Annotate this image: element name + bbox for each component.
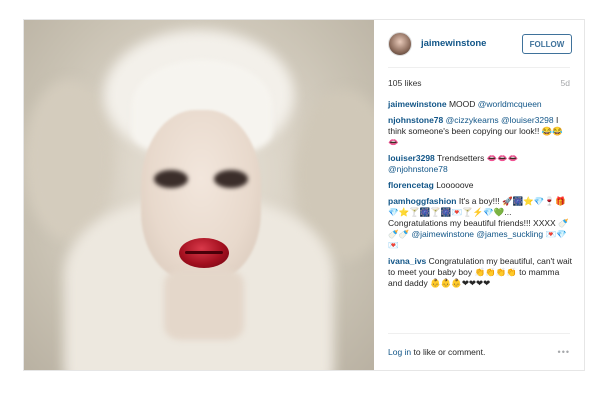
comment-item: florencetag Looooove (388, 180, 572, 191)
username-link[interactable]: jaimewinstone (421, 38, 486, 49)
login-link[interactable]: Log in (388, 347, 411, 357)
comments-list: jaimewinstone MOOD @worldmcqueen njohnsto… (388, 99, 572, 294)
likes-count[interactable]: 105 likes (388, 78, 422, 88)
comment-item: louiser3298 Trendsetters 👄👄👄@njohnstone7… (388, 153, 572, 175)
comment-username[interactable]: pamhoggfashion (388, 196, 456, 206)
login-text: to like or comment. (411, 347, 486, 357)
comment-item: jaimewinstone MOOD @worldmcqueen (388, 99, 572, 110)
footer-divider (388, 333, 570, 334)
comment-username[interactable]: njohnstone78 (388, 115, 443, 125)
follow-button[interactable]: FOLLOW (522, 34, 572, 54)
comment-mention[interactable]: @cizzykearns @louiser3298 (446, 115, 554, 125)
comment-item: pamhoggfashion It's a boy!!! 🚀🎆⭐💎🍷🎁💎⭐🍸🎆🍸… (388, 196, 572, 251)
post-footer: Log in to like or comment. ••• (388, 347, 570, 357)
comment-username[interactable]: louiser3298 (388, 153, 435, 163)
comment-username[interactable]: florencetag (388, 180, 434, 190)
comment-username[interactable]: jaimewinstone (388, 99, 447, 109)
photo-eye-left (154, 170, 188, 188)
avatar[interactable] (388, 31, 412, 56)
photo-eye-right (214, 170, 248, 188)
comment-text: Looooove (433, 180, 474, 190)
comment-mention[interactable]: @njohnstone78 (388, 164, 448, 174)
post-sidebar: jaimewinstone FOLLOW 105 likes 5d jaimew… (374, 20, 584, 370)
photo-lips (179, 238, 229, 268)
header-divider (388, 67, 570, 68)
post-header: jaimewinstone FOLLOW (374, 20, 584, 67)
comment-mention[interactable]: @worldmcqueen (478, 99, 542, 109)
post-age[interactable]: 5d (561, 78, 570, 88)
photo-shadow-left (24, 80, 114, 240)
instagram-post: jaimewinstone FOLLOW 105 likes 5d jaimew… (23, 19, 585, 371)
comment-username[interactable]: ivana_ivs (388, 256, 426, 266)
comment-text: MOOD (446, 99, 478, 109)
comment-text: Trendsetters 👄👄👄 (434, 153, 519, 163)
comment-mention[interactable]: @jaimewinstone @james_suckling (412, 229, 544, 239)
post-photo[interactable] (24, 20, 374, 370)
more-options-icon[interactable]: ••• (558, 347, 570, 357)
page: jaimewinstone FOLLOW 105 likes 5d jaimew… (0, 0, 614, 404)
login-prompt: Log in to like or comment. (388, 347, 485, 357)
comment-item: ivana_ivs Congratulation my beautiful, c… (388, 256, 572, 289)
comment-item: njohnstone78 @cizzykearns @louiser3298 I… (388, 115, 572, 148)
likes-row: 105 likes 5d (388, 78, 570, 88)
photo-neck (164, 270, 244, 340)
